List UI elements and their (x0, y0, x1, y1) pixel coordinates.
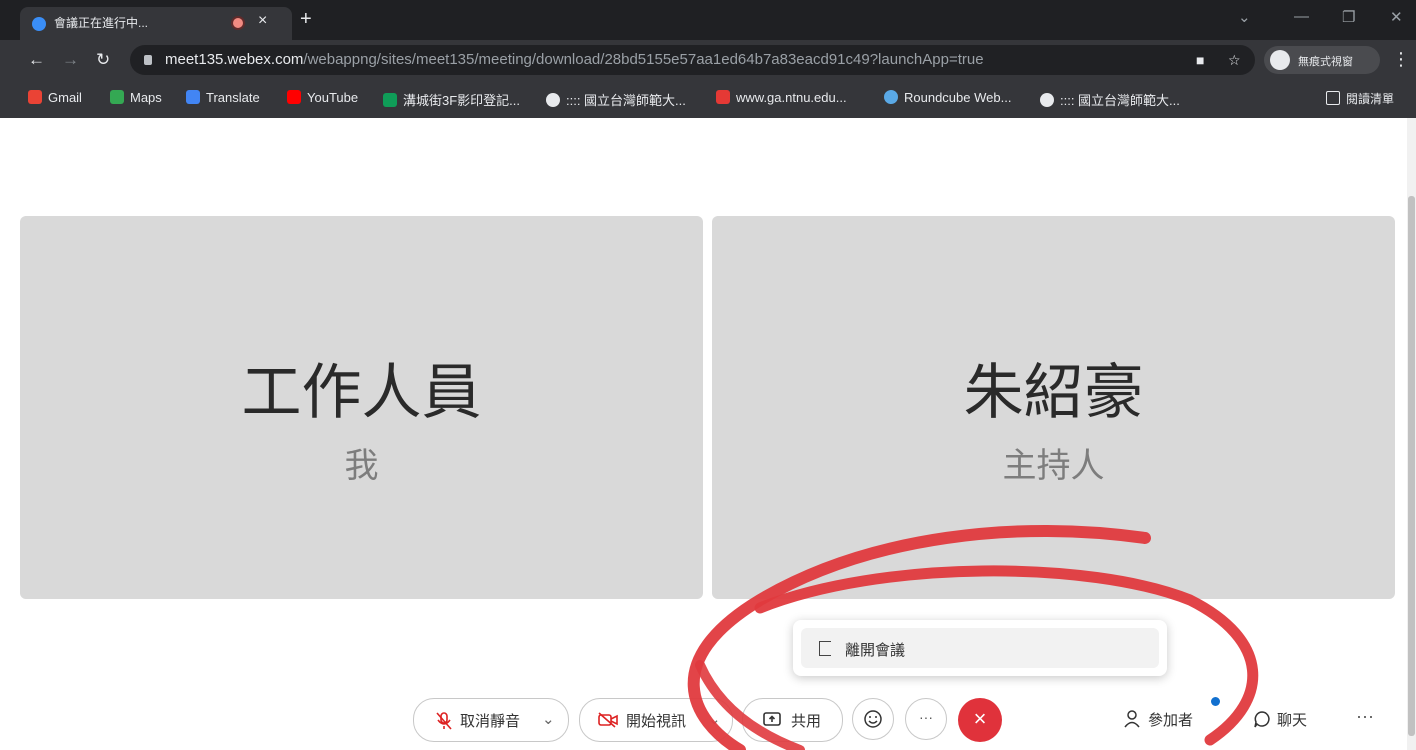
smiley-icon (864, 710, 882, 728)
share-screen-icon (763, 712, 781, 726)
browser-tab[interactable]: 會議正在進行中... × (20, 7, 292, 40)
bookmark-ntnu-2[interactable]: :::: 國立台灣師範大... (1040, 90, 1180, 109)
forward-icon[interactable]: → (62, 50, 79, 70)
webex-favicon-icon (32, 17, 46, 31)
recording-indicator-icon (233, 18, 243, 28)
chevron-down-icon[interactable]: ⌄ (542, 710, 555, 728)
translate-icon (186, 90, 200, 104)
roundcube-icon (884, 90, 898, 104)
share-button[interactable]: 共用 (742, 698, 843, 742)
bookmarks-bar: Gmail Maps Translate YouTube 溝城街3F影印登記..… (0, 80, 1416, 118)
unmute-button[interactable]: 取消靜音 ⌄ (413, 698, 569, 742)
incognito-icon (1270, 50, 1290, 70)
mic-muted-icon (436, 712, 452, 730)
restore-icon[interactable]: ❐ (1342, 8, 1355, 26)
participant-tile-host: 朱紹豪 主持人 (712, 216, 1395, 599)
exit-icon (819, 641, 831, 656)
tab-close-icon[interactable]: × (258, 12, 267, 30)
person-icon (1124, 710, 1140, 728)
close-icon: × (973, 706, 987, 731)
browser-toolbar: ← → ↻ meet135.webex.com/webappng/sites/m… (0, 40, 1416, 80)
sheets-icon (383, 93, 397, 107)
tab-strip: 會議正在進行中... × + ⌄ — ❐ ✕ (0, 0, 1416, 40)
reading-list-icon (1326, 91, 1340, 105)
leave-meeting-menu-item[interactable]: 離開會議 (801, 628, 1159, 668)
youtube-icon (287, 90, 301, 104)
end-meeting-button[interactable]: × (958, 698, 1002, 742)
bookmark-maps[interactable]: Maps (110, 90, 162, 105)
participant-role: 我 (344, 446, 379, 486)
url-text: meet135.webex.com/webappng/sites/meet135… (165, 51, 984, 68)
leave-meeting-popover: 離開會議 (793, 620, 1167, 676)
globe-icon (1040, 93, 1054, 107)
bookmark-roundcube[interactable]: Roundcube Web... (884, 90, 1011, 105)
browser-chrome: 會議正在進行中... × + ⌄ — ❐ ✕ ← → ↻ meet135.web… (0, 0, 1416, 118)
leave-meeting-label: 離開會議 (845, 642, 906, 659)
back-icon[interactable]: ← (28, 50, 45, 70)
bookmark-ga-ntnu[interactable]: www.ga.ntnu.edu... (716, 90, 847, 105)
video-off-icon (598, 712, 618, 728)
reactions-button[interactable] (852, 698, 894, 740)
more-icon: ··· (919, 709, 933, 725)
bookmark-translate[interactable]: Translate (186, 90, 260, 105)
reading-list[interactable]: 閱讀清單 (1326, 90, 1394, 107)
address-bar[interactable]: meet135.webex.com/webappng/sites/meet135… (130, 45, 1255, 75)
browser-menu-icon[interactable]: ⋮ (1392, 49, 1410, 70)
new-tab-button[interactable]: + (300, 8, 312, 31)
reload-icon[interactable]: ↻ (96, 50, 110, 70)
share-label: 共用 (791, 713, 822, 730)
tab-title: 會議正在進行中... (54, 16, 149, 30)
participant-name: 工作人員 (241, 358, 482, 428)
gmail-icon (28, 90, 42, 104)
minimize-icon[interactable]: — (1294, 8, 1309, 25)
incognito-label: 無痕式視窗 (1298, 56, 1353, 68)
ga-icon (716, 90, 730, 104)
globe-icon (546, 93, 560, 107)
bookmark-youtube[interactable]: YouTube (287, 90, 358, 105)
start-video-button[interactable]: 開始視訊 ⌄ (579, 698, 733, 742)
window-close-icon[interactable]: ✕ (1390, 8, 1403, 26)
bookmark-star-icon[interactable]: ☆ (1228, 52, 1241, 69)
start-video-label: 開始視訊 (626, 713, 687, 730)
tab-search-icon[interactable]: ⌄ (1238, 8, 1251, 26)
more-icon[interactable]: ··· (1356, 706, 1374, 727)
participant-role: 主持人 (1002, 446, 1105, 486)
incognito-badge[interactable]: 無痕式視窗 (1264, 46, 1380, 74)
camera-icon[interactable]: ■ (1196, 52, 1204, 68)
participants-button[interactable]: 參加者 (1124, 709, 1193, 730)
more-options-button[interactable]: ··· (905, 698, 947, 740)
notification-dot (1211, 697, 1220, 706)
chat-bubble-icon (1254, 711, 1270, 728)
chat-button[interactable]: 聊天 (1253, 709, 1307, 730)
scroll-thumb[interactable] (1408, 196, 1415, 736)
bookmark-sheet[interactable]: 溝城街3F影印登記... (383, 90, 520, 109)
maps-icon (110, 90, 124, 104)
bookmark-ntnu-1[interactable]: :::: 國立台灣師範大... (546, 90, 686, 109)
bookmark-gmail[interactable]: Gmail (28, 90, 82, 105)
chevron-down-icon[interactable]: ⌄ (708, 710, 721, 728)
participant-tile-self: 工作人員 我 (20, 216, 703, 599)
page-scrollbar[interactable] (1407, 118, 1416, 750)
unmute-label: 取消靜音 (460, 713, 521, 730)
participant-name: 朱紹豪 (963, 358, 1144, 428)
lock-icon (144, 55, 152, 65)
